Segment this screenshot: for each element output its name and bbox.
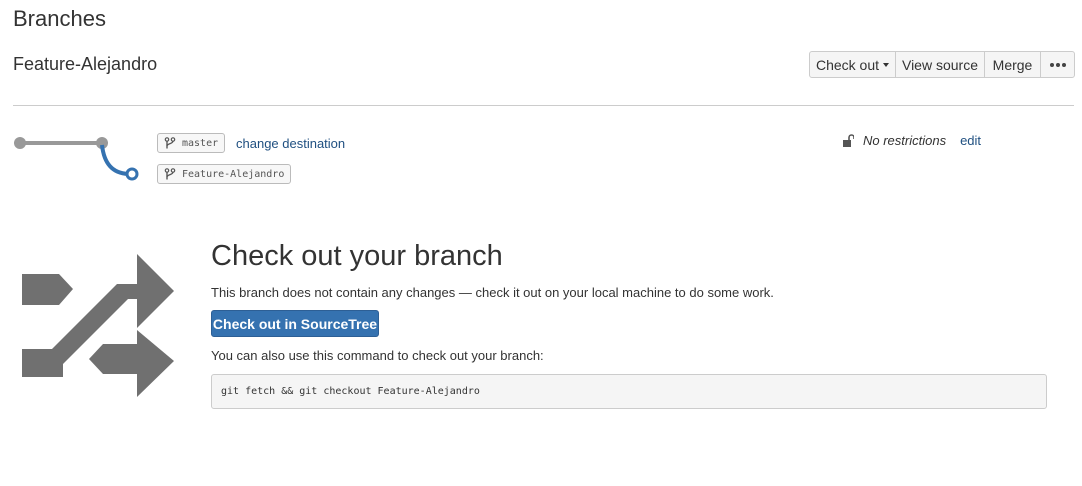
- check-out-label: Check out: [815, 56, 880, 73]
- branch-restrictions: No restrictions edit: [842, 133, 981, 148]
- merge-label: Merge: [992, 56, 1033, 73]
- restrictions-status: No restrictions: [863, 133, 947, 148]
- unlock-icon: [843, 133, 854, 147]
- view-source-button[interactable]: View source: [895, 51, 985, 78]
- check-out-in-sourcetree-label: Check out in SourceTree: [212, 315, 378, 332]
- checkout-command-box[interactable]: git fetch && git checkout Feature-Alejan…: [211, 374, 1047, 409]
- branch-name-heading: Feature-Alejandro: [13, 54, 158, 74]
- check-out-in-sourcetree-button[interactable]: Check out in SourceTree: [211, 310, 379, 337]
- change-destination-link[interactable]: change destination: [236, 136, 345, 151]
- check-out-dropdown-button[interactable]: Check out: [809, 51, 896, 78]
- merge-button[interactable]: Merge: [984, 51, 1041, 78]
- more-actions-button[interactable]: [1040, 51, 1075, 78]
- destination-branch-tag: Feature-Alejandro: [157, 164, 292, 184]
- shuffle-arrows-icon: [22, 254, 174, 397]
- checkout-title: Check out your branch: [211, 240, 503, 272]
- checkout-command-text[interactable]: git fetch && git checkout Feature-Alejan…: [221, 386, 480, 397]
- checkout-description: This branch does not contain any changes…: [211, 285, 774, 300]
- view-source-label: View source: [901, 56, 978, 73]
- branch-actions-toolbar: Check out View source Merge: [809, 51, 1075, 78]
- caret-down-icon: [883, 63, 890, 67]
- page-title: Branches: [13, 6, 106, 31]
- command-hint: You can also use this command to check o…: [211, 348, 544, 363]
- ellipsis-icon: [1049, 62, 1066, 67]
- branch-icon: [164, 168, 176, 180]
- branch-icon: [164, 137, 176, 149]
- header-divider: [13, 105, 1074, 106]
- destination-branch-name: Feature-Alejandro: [182, 168, 285, 180]
- source-branch-tag: master: [157, 133, 226, 153]
- source-branch-name: master: [182, 137, 219, 149]
- edit-restrictions-link[interactable]: edit: [960, 133, 981, 148]
- branch-graph-icon: [14, 137, 139, 181]
